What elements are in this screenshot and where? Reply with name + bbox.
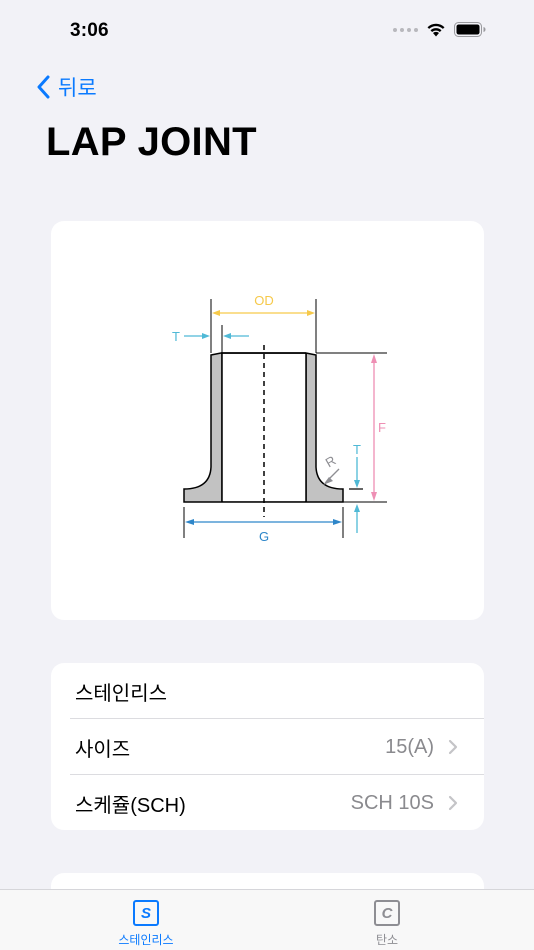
chevron-left-icon <box>37 75 50 99</box>
chevron-right-icon <box>448 739 458 755</box>
tab-stainless-label: 스테인리스 <box>118 933 174 947</box>
tab-stainless[interactable]: S 스테인리스 <box>76 890 216 950</box>
back-button[interactable]: 뒤로 <box>36 72 97 102</box>
material-label: 스테인리스 <box>75 682 167 705</box>
status-time: 3:06 <box>70 20 109 41</box>
size-label: 사이즈 <box>75 738 131 761</box>
g-label: G <box>259 529 269 544</box>
lap-joint-diagram-card: OD T F T R G <box>51 221 484 620</box>
battery-icon <box>454 22 486 37</box>
schedule-value: SCH 10S <box>350 791 434 814</box>
signal-dots-icon <box>393 27 418 32</box>
chevron-right-icon <box>448 795 458 811</box>
wifi-icon <box>427 23 445 37</box>
t-top-label: T <box>172 329 180 344</box>
tab-carbon-label: 탄소 <box>375 933 399 947</box>
carbon-c-icon: C <box>374 900 400 926</box>
r-label: R <box>323 453 339 471</box>
status-bar: 3:06 <box>0 0 534 62</box>
size-row[interactable]: 사이즈 15(A) <box>51 719 484 775</box>
size-value: 15(A) <box>385 735 434 758</box>
lap-joint-diagram: OD T F T R G <box>172 293 387 544</box>
tab-carbon[interactable]: C 탄소 <box>317 890 457 950</box>
f-label: F <box>378 420 386 435</box>
back-label: 뒤로 <box>58 77 97 100</box>
od-label: OD <box>254 293 274 308</box>
material-row: 스테인리스 <box>51 663 484 719</box>
stainless-s-icon: S <box>133 900 159 926</box>
status-icons <box>393 22 486 37</box>
settings-list: 스테인리스 사이즈 15(A) 스케쥴(SCH) SCH 10S <box>51 663 484 830</box>
page-title: LAP JOINT <box>46 120 257 164</box>
schedule-label: 스케쥴(SCH) <box>75 794 186 817</box>
schedule-row[interactable]: 스케쥴(SCH) SCH 10S <box>51 775 484 830</box>
tab-bar: S 스테인리스 C 탄소 <box>0 889 534 950</box>
t-right-label: T <box>353 442 361 457</box>
